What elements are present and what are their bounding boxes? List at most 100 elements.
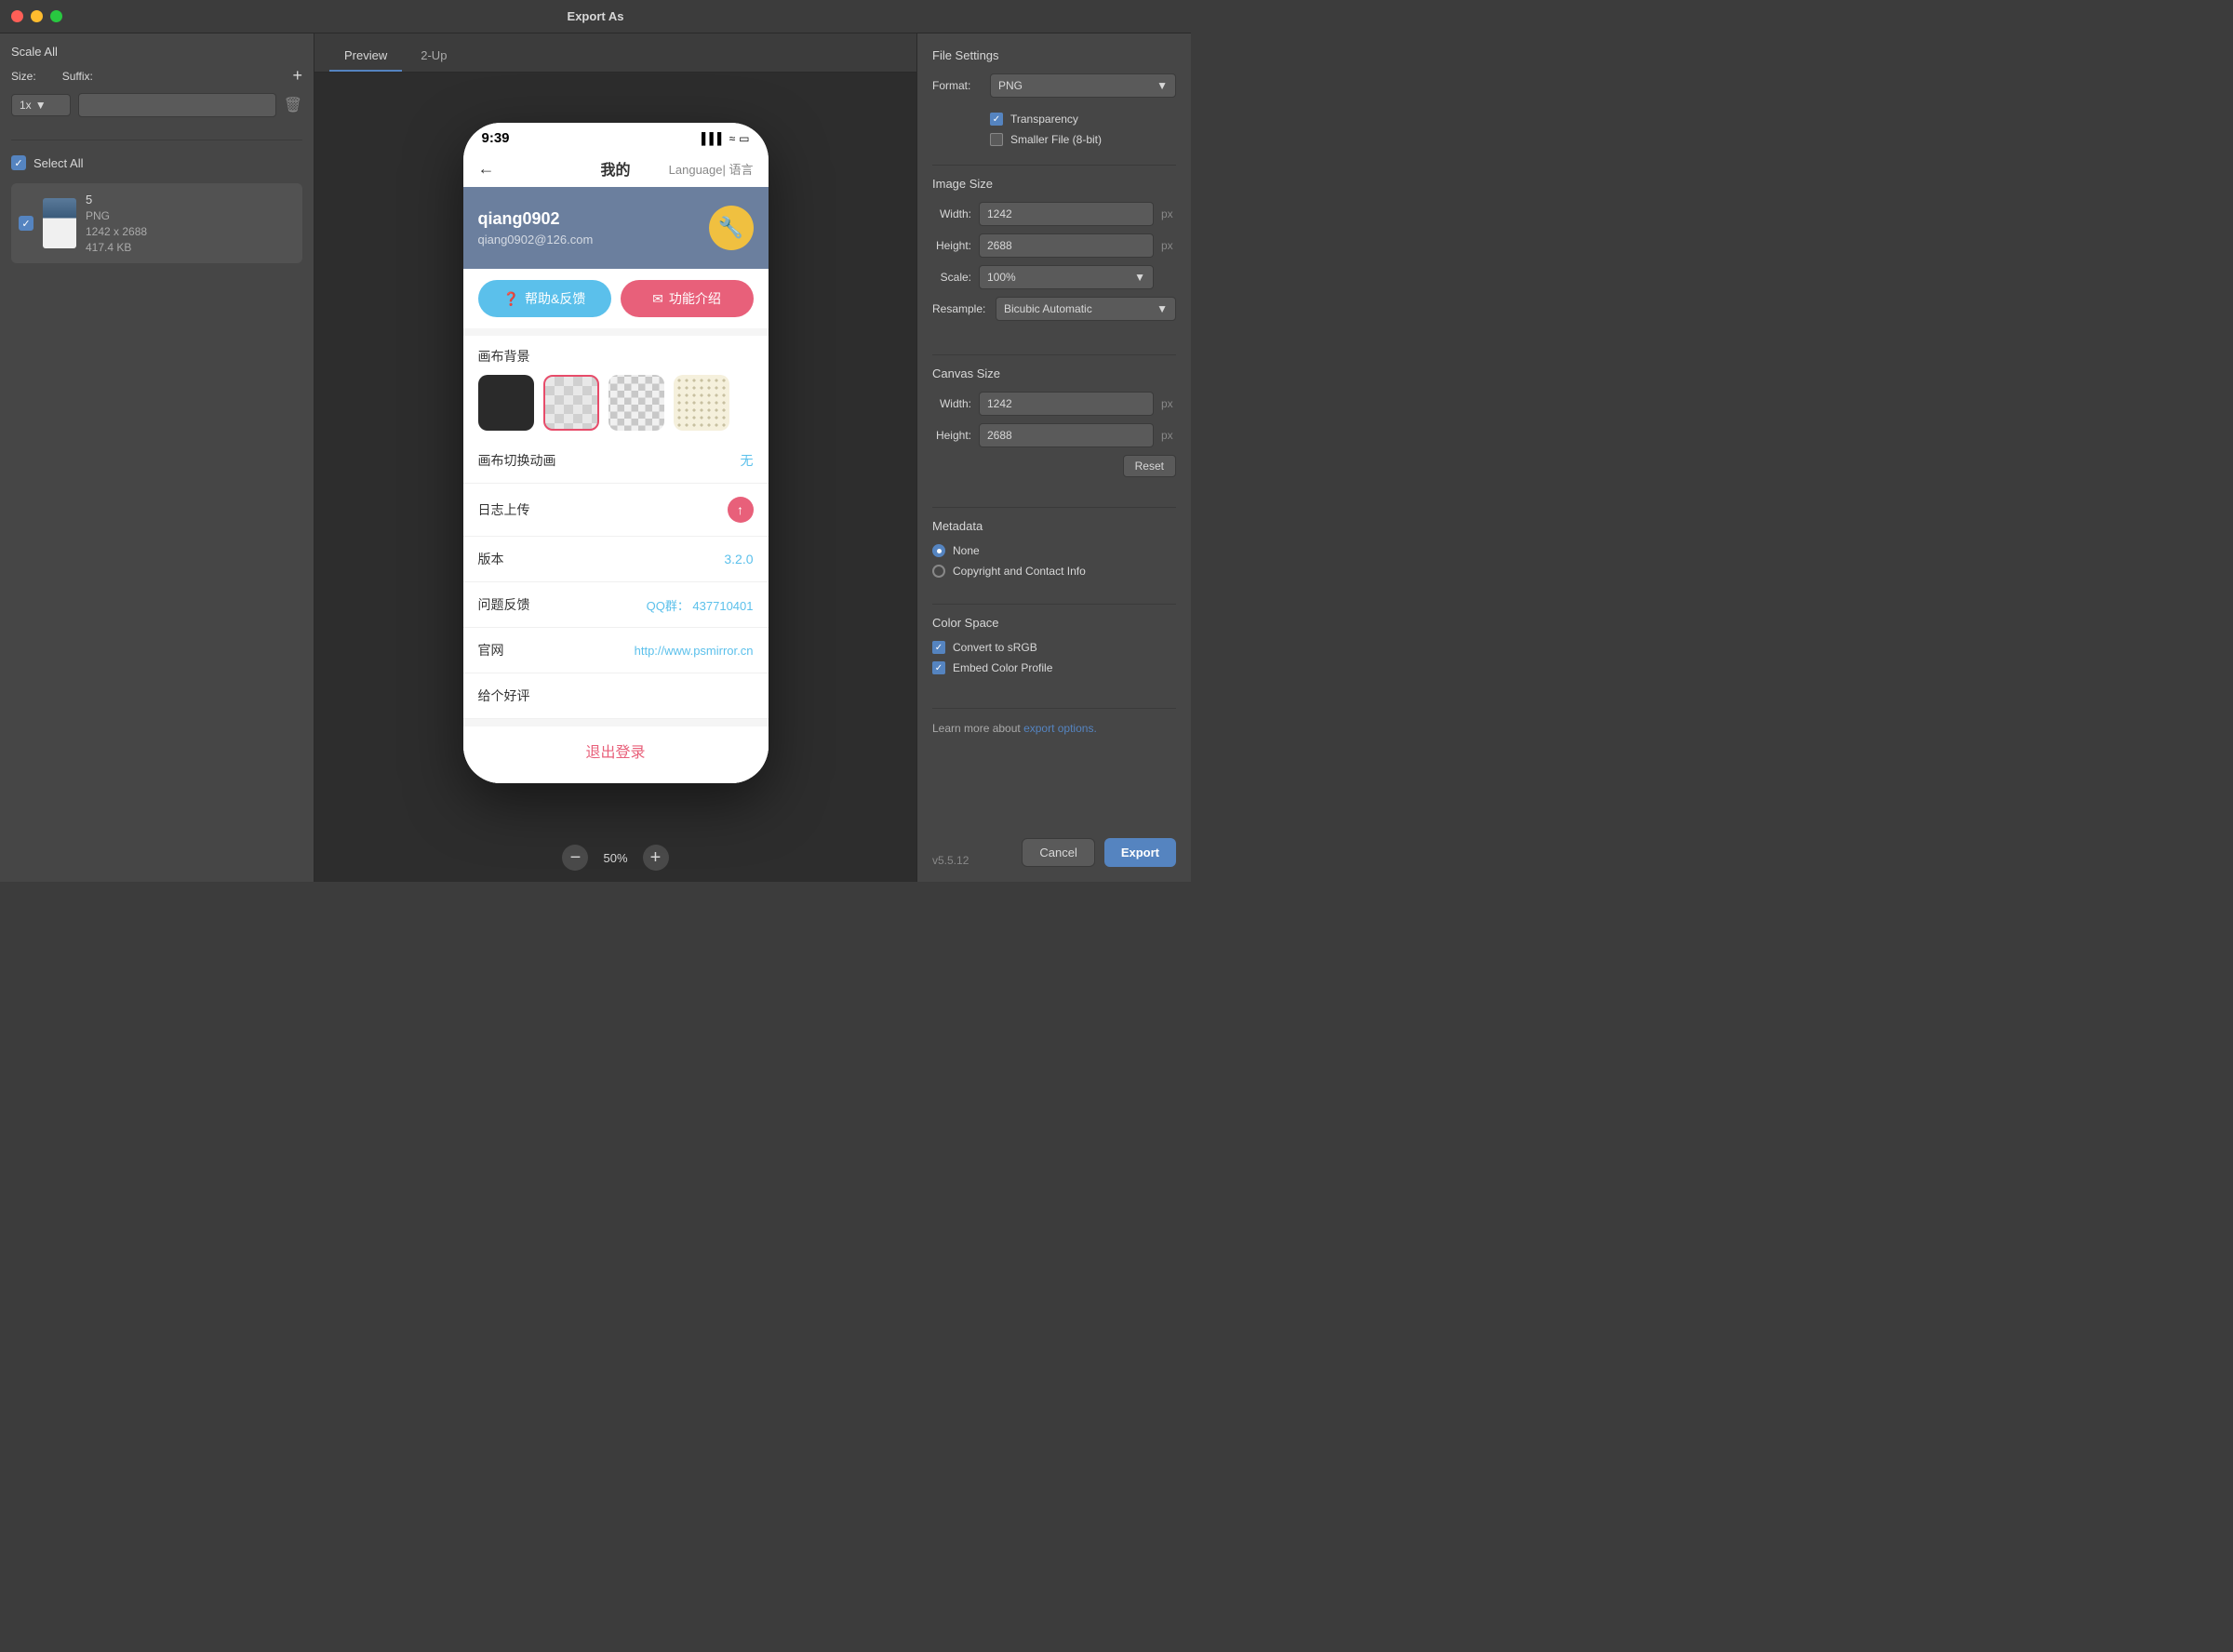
convert-srgb-checkbox[interactable]: ✓: [932, 641, 945, 654]
window-title: Export As: [568, 9, 624, 23]
smaller-file-label: Smaller File (8-bit): [1010, 133, 1102, 146]
file-checkbox[interactable]: ✓: [19, 216, 33, 231]
smaller-file-row[interactable]: Smaller File (8-bit): [990, 133, 1176, 146]
profile-email: qiang0902@126.com: [478, 233, 594, 246]
feature-intro-button[interactable]: ✉ 功能介绍: [621, 280, 754, 317]
canvas-option-checker[interactable]: [608, 375, 664, 431]
select-all-row[interactable]: ✓ Select All: [11, 148, 302, 178]
feedback-row[interactable]: 问题反馈 QQ群： 437710401: [463, 582, 769, 628]
scale-dropdown-value: 100%: [987, 271, 1016, 284]
convert-srgb-row[interactable]: ✓ Convert to sRGB: [932, 641, 1176, 654]
divider5: [932, 708, 1176, 709]
canvas-option-grid[interactable]: [543, 375, 599, 431]
left-panel: Scale All Size: Suffix: + 1x ▼ 🗑 ✓ Selec…: [0, 33, 314, 882]
delete-scale-button[interactable]: 🗑: [284, 96, 302, 114]
log-row[interactable]: 日志上传 ↑: [463, 484, 769, 537]
canvas-width-label: Width:: [932, 397, 971, 410]
tab-preview[interactable]: Preview: [329, 41, 402, 72]
transparency-checkbox[interactable]: ✓: [990, 113, 1003, 126]
preview-area: 9:39 ▌▌▌ ≈ ▭ ← 我的 Language| 语言: [314, 73, 916, 833]
help-feedback-button[interactable]: ❓ 帮助&反馈: [478, 280, 611, 317]
logout-button[interactable]: 退出登录: [463, 726, 769, 775]
metadata-none-row[interactable]: None: [932, 544, 1176, 557]
canvas-height-input[interactable]: [979, 423, 1154, 447]
phone-content: qiang0902 qiang0902@126.com 🔧 ❓ 帮助&反馈 ✉: [463, 187, 769, 783]
website-row[interactable]: 官网 http://www.psmirror.cn: [463, 628, 769, 673]
website-value: http://www.psmirror.cn: [635, 644, 754, 658]
image-width-unit: px: [1161, 207, 1176, 220]
select-all-checkbox[interactable]: ✓: [11, 155, 26, 170]
version-label: 版本: [478, 550, 504, 568]
feedback-label: 问题反馈: [478, 595, 530, 614]
format-select[interactable]: PNG ▼: [990, 73, 1176, 98]
scale-row-label: Scale:: [932, 271, 971, 284]
image-width-input[interactable]: [979, 202, 1154, 226]
image-height-input[interactable]: [979, 233, 1154, 258]
resample-select[interactable]: Bicubic Automatic ▼: [996, 297, 1176, 321]
transparency-row[interactable]: ✓ Transparency: [990, 113, 1176, 126]
metadata-copyright-radio[interactable]: [932, 565, 945, 578]
scale-row: Scale: 100% ▼: [932, 265, 1176, 289]
transparency-label: Transparency: [1010, 113, 1078, 126]
zoom-out-button[interactable]: −: [562, 845, 588, 871]
feedback-value: QQ群： 437710401: [647, 596, 754, 614]
home-indicator: [463, 775, 769, 783]
version-row[interactable]: 版本 3.2.0: [463, 537, 769, 582]
image-size-title: Image Size: [932, 177, 1176, 191]
divider3: [932, 507, 1176, 508]
metadata-none-radio[interactable]: [932, 544, 945, 557]
phone-status-icons: ▌▌▌ ≈ ▭: [702, 132, 749, 145]
metadata-copyright-row[interactable]: Copyright and Contact Info: [932, 565, 1176, 578]
phone-back-icon: ←: [478, 159, 495, 179]
animation-row[interactable]: 画布切换动画 无: [463, 438, 769, 484]
divider2: [932, 354, 1176, 355]
learn-more-link[interactable]: export options.: [1023, 722, 1097, 735]
embed-profile-label: Embed Color Profile: [953, 661, 1052, 674]
wifi-icon: ≈: [729, 132, 736, 145]
image-size-section: Image Size Width: px Height: px Scale: 1…: [932, 177, 1176, 336]
close-button[interactable]: [11, 10, 23, 22]
minimize-button[interactable]: [31, 10, 43, 22]
file-list-item[interactable]: ✓ 5 PNG 1242 x 2688 417.4 KB: [11, 183, 302, 263]
canvas-height-label: Height:: [932, 429, 971, 442]
rate-row[interactable]: 给个好评: [463, 673, 769, 719]
canvas-height-row: Height: px: [932, 423, 1176, 447]
scale-input-row: 1x ▼ 🗑: [11, 93, 302, 117]
scale-dropdown[interactable]: 100% ▼: [979, 265, 1154, 289]
zoom-in-button[interactable]: +: [643, 845, 669, 871]
canvas-option-dots[interactable]: [674, 375, 729, 431]
website-label: 官网: [478, 641, 504, 659]
file-size: 417.4 KB: [86, 241, 295, 254]
canvas-option-black[interactable]: [478, 375, 534, 431]
canvas-width-input[interactable]: [979, 392, 1154, 416]
file-settings-title: File Settings: [932, 48, 1176, 62]
right-bottom: v5.5.12 Cancel Export: [932, 827, 1176, 867]
file-check-icon: ✓: [21, 218, 30, 230]
file-dimensions: 1242 x 2688: [86, 225, 295, 238]
titlebar: Export As: [0, 0, 1191, 33]
scale-dropdown-chevron-icon: ▼: [1134, 271, 1145, 284]
scale-select[interactable]: 1x ▼: [11, 94, 71, 116]
export-button[interactable]: Export: [1104, 838, 1176, 867]
embed-profile-checkbox[interactable]: ✓: [932, 661, 945, 674]
embed-profile-row[interactable]: ✓ Embed Color Profile: [932, 661, 1176, 674]
smaller-file-checkbox[interactable]: [990, 133, 1003, 146]
metadata-copyright-label: Copyright and Contact Info: [953, 565, 1086, 578]
maximize-button[interactable]: [50, 10, 62, 22]
file-thumb-image: [43, 198, 76, 248]
radio-inner: [937, 549, 942, 553]
resample-chevron-icon: ▼: [1157, 302, 1168, 315]
canvas-size-section: Canvas Size Width: px Height: px Reset: [932, 366, 1176, 488]
phone-nav: ← 我的 Language| 语言: [463, 150, 769, 187]
tab-two-up[interactable]: 2-Up: [406, 41, 461, 72]
learn-more-text: Learn more about export options.: [932, 720, 1176, 737]
cancel-button[interactable]: Cancel: [1022, 838, 1094, 867]
canvas-width-unit: px: [1161, 397, 1176, 410]
add-scale-button[interactable]: +: [292, 66, 302, 86]
format-value: PNG: [998, 79, 1023, 92]
log-label: 日志上传: [478, 500, 530, 519]
suffix-input[interactable]: [78, 93, 276, 117]
reset-button[interactable]: Reset: [1123, 455, 1176, 477]
zoom-controls: − 50% +: [314, 833, 916, 882]
phone-time: 9:39: [482, 130, 510, 146]
